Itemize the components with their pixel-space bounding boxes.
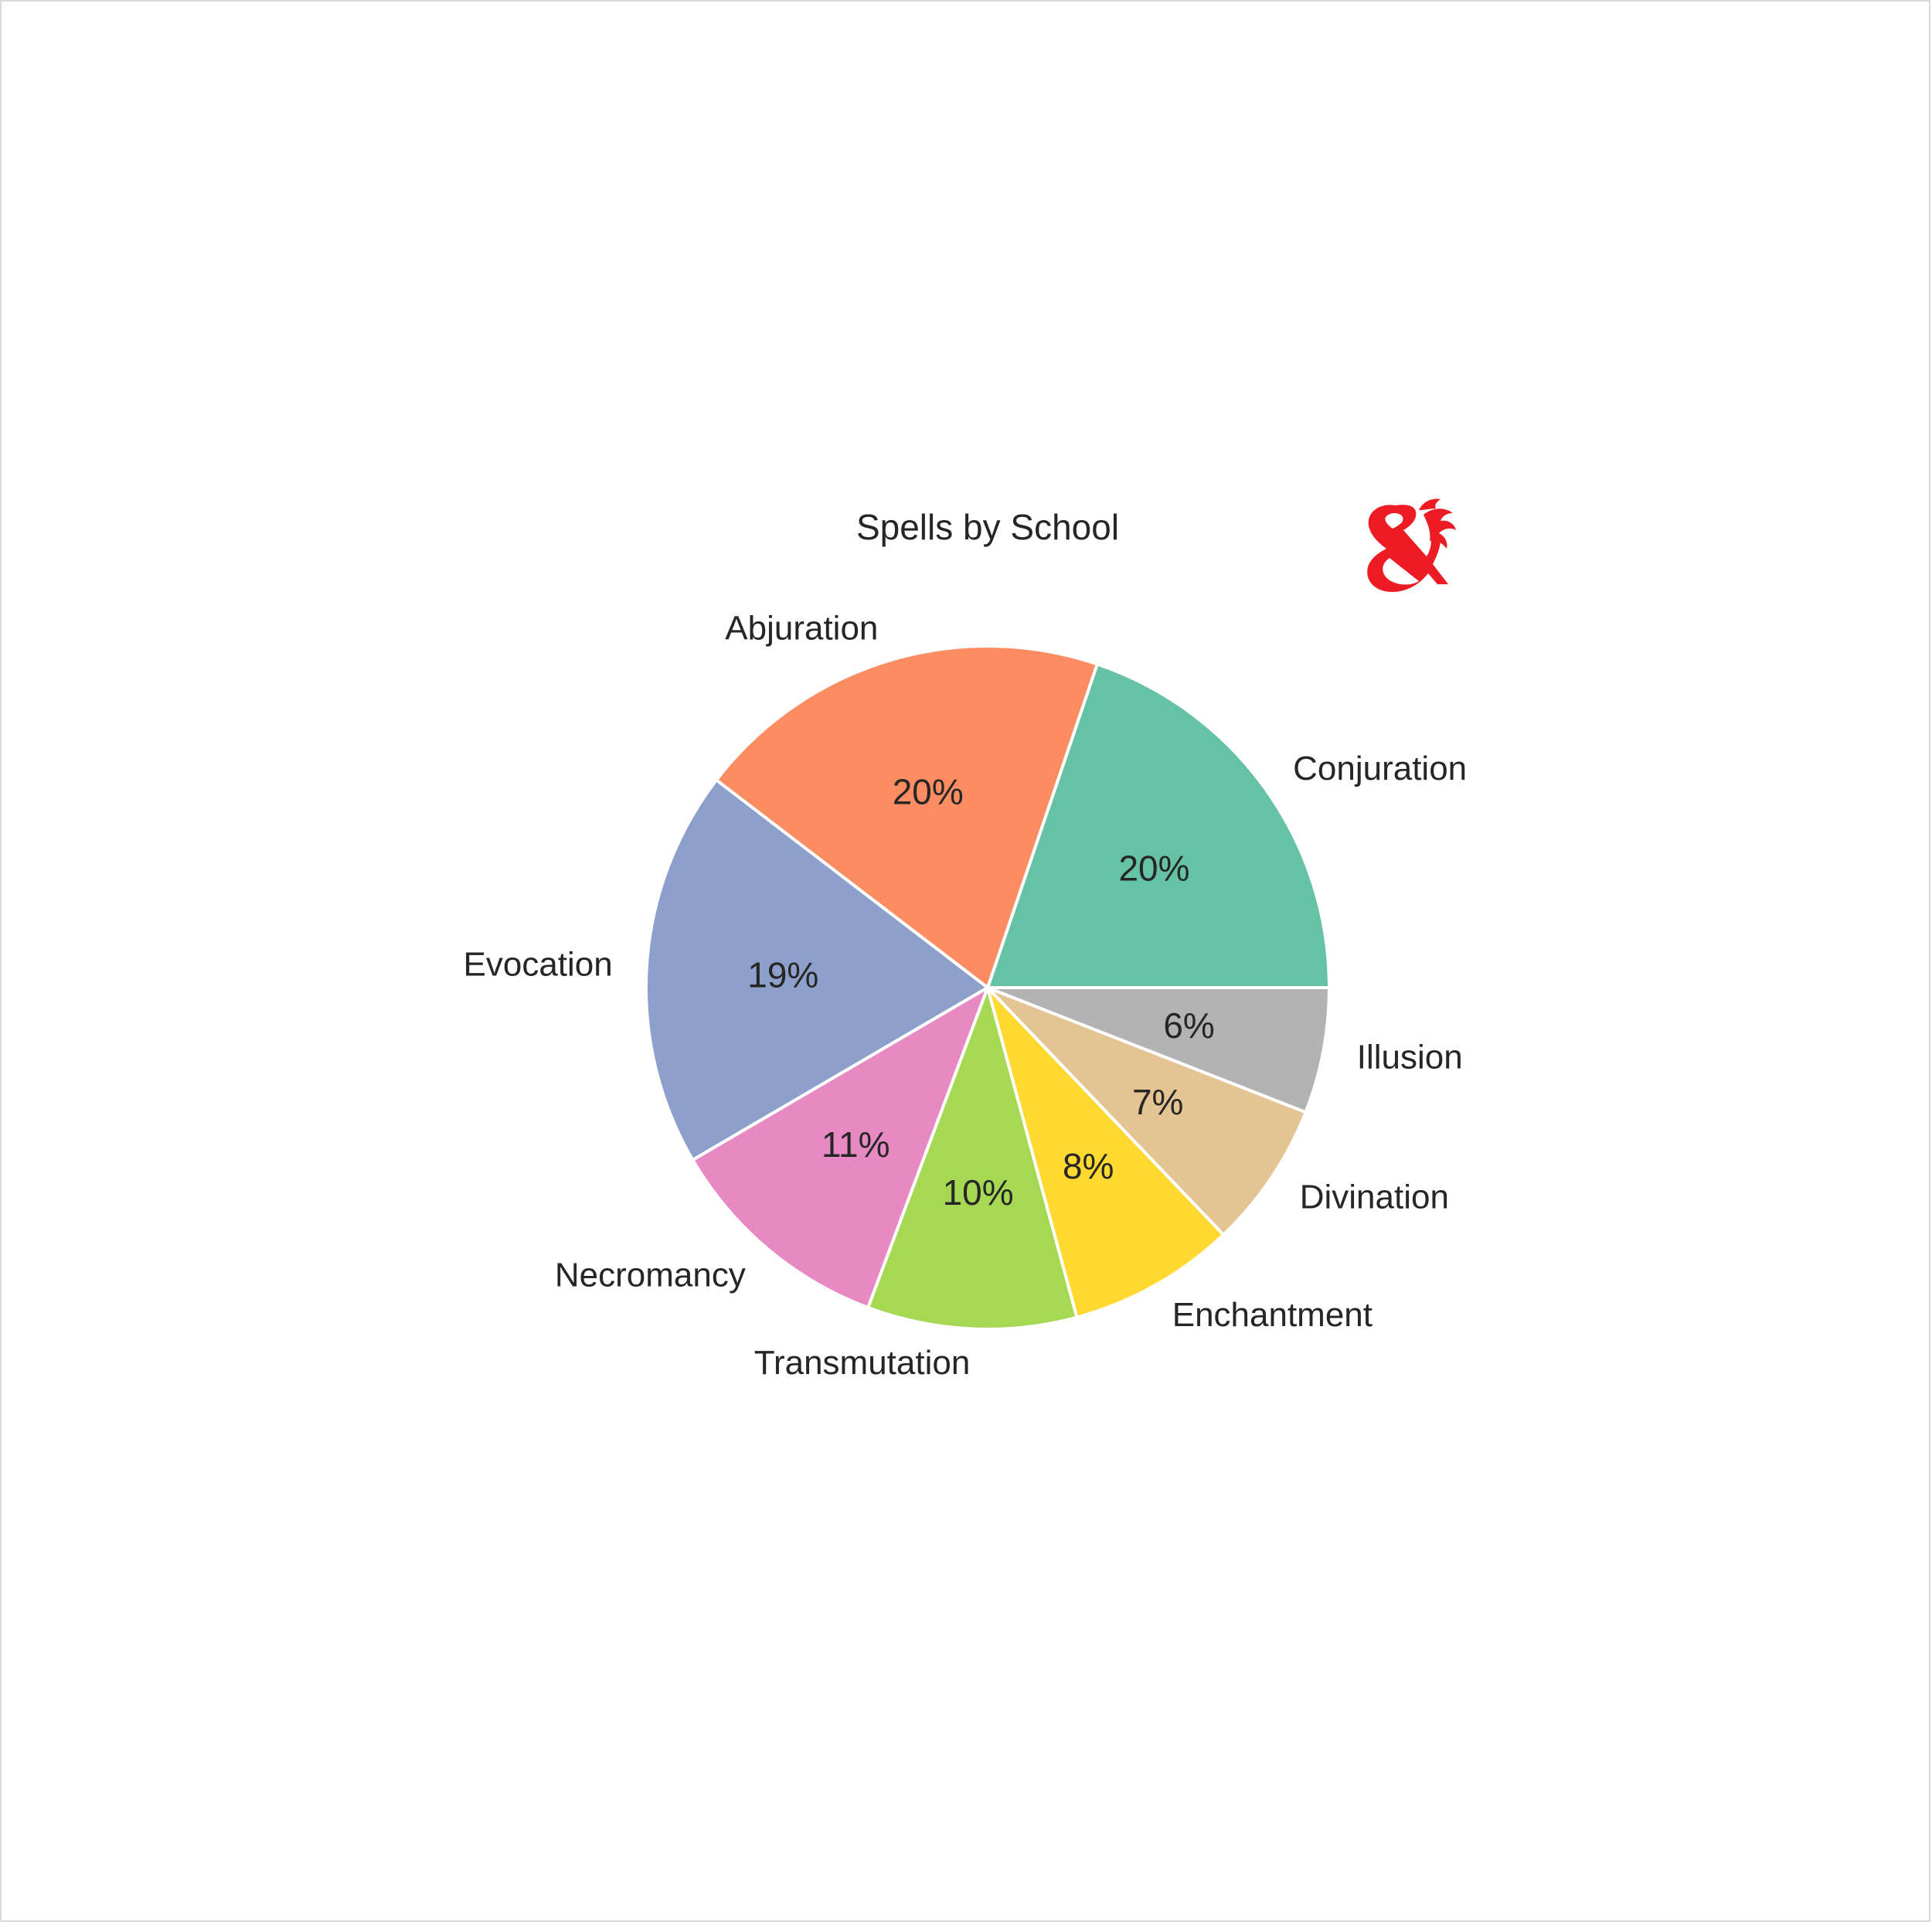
dnd-ampersand-dragon-icon (1367, 498, 1456, 592)
pie-value-label: 6% (1163, 1005, 1214, 1046)
pie-value-label: 8% (1063, 1146, 1114, 1186)
pie-category-label: Transmutation (754, 1344, 971, 1382)
chart-title: Spells by School (856, 507, 1119, 547)
pie-category-label: Divination (1300, 1178, 1449, 1216)
pie-chart: Spells by School 20% Conjuration 20% Abjura… (464, 498, 1467, 1382)
pie-value-label: 20% (1118, 848, 1189, 888)
pie-value-label: 20% (893, 771, 964, 811)
pie-category-label: Evocation (464, 945, 613, 983)
pie-category-label: Conjuration (1293, 750, 1467, 787)
pie-value-label: 11% (821, 1124, 890, 1165)
pie-category-label: Illusion (1357, 1039, 1463, 1077)
pie-category-label: Necromancy (555, 1256, 746, 1294)
pie-value-label: 10% (943, 1172, 1014, 1213)
pie-value-label: 19% (747, 955, 818, 995)
pie-category-label: Abjuration (725, 609, 878, 647)
pie-category-label: Enchantment (1172, 1296, 1372, 1334)
pie-value-label: 7% (1132, 1082, 1183, 1122)
